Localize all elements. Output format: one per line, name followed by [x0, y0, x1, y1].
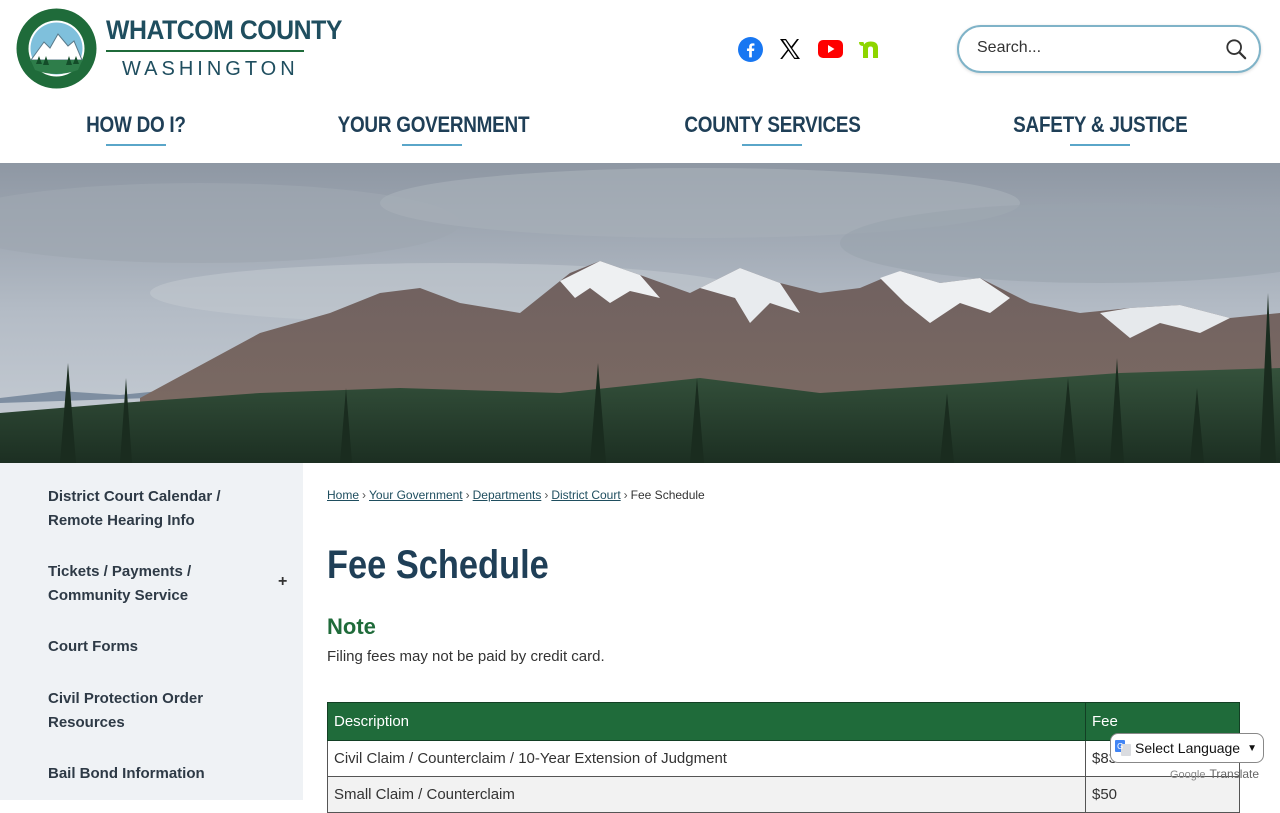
sidebar-expand-toggle[interactable]: + [278, 573, 287, 591]
brand-state: WASHINGTON [122, 58, 299, 80]
nav-county-services[interactable]: COUNTY SERVICES [667, 112, 877, 146]
svg-text:G: G [1117, 742, 1123, 751]
fee-table: Description Fee Civil Claim / Countercla… [327, 702, 1240, 813]
main-content: Home › Your Government › Departments › Distric… [327, 463, 1240, 813]
facebook-icon [737, 36, 763, 62]
mountain-landscape-image [0, 163, 1280, 463]
nav-how-do-i[interactable]: HOW DO I? [60, 112, 212, 146]
breadcrumb: Home › Your Government › Departments › Distric… [327, 488, 705, 502]
fee-description: Small Claim / Counterclaim [327, 776, 1086, 813]
table-row: Civil Claim / Counterclaim / 10-Year Ext… [327, 740, 1240, 777]
google-translate-icon: G [1115, 740, 1131, 756]
site-header: WHATCOM COUNTY WASHINGTON Search... HOW … [0, 0, 1280, 163]
county-seal-icon [16, 8, 97, 89]
breadcrumb-district-court[interactable]: District Court [551, 488, 620, 502]
main-navigation: HOW DO I? YOUR GOVERNMENT COUNTY SERVICE… [0, 112, 1280, 152]
google-logo: Google [1170, 769, 1206, 781]
nav-underline [1070, 144, 1130, 146]
nextdoor-link[interactable] [857, 36, 883, 62]
breadcrumb-separator: › [623, 488, 628, 502]
breadcrumb-current: Fee Schedule [630, 488, 705, 502]
sidebar-item-court-calendar[interactable]: District Court Calendar / Remote Hearing… [48, 485, 268, 533]
translate-widget: G Select Language ▼ Google Translate [1110, 733, 1265, 781]
site-search[interactable] [957, 25, 1261, 73]
sidebar-item-bail-bond[interactable]: Bail Bond Information [48, 762, 268, 786]
search-input[interactable] [977, 39, 1217, 57]
sidebar-item-tickets-payments[interactable]: Tickets / Payments / Community Service [48, 560, 268, 608]
brand-name: WHATCOM COUNTY [106, 15, 342, 45]
youtube-link[interactable] [817, 36, 843, 62]
breadcrumb-separator: › [544, 488, 549, 502]
breadcrumb-home[interactable]: Home [327, 488, 359, 502]
hero-banner-image [0, 163, 1280, 463]
chevron-down-icon: ▼ [1247, 742, 1257, 754]
powered-by-google[interactable]: Google Translate [1170, 767, 1259, 781]
note-heading: Note [327, 614, 376, 639]
translate-word: Translate [1209, 767, 1260, 781]
nav-underline [742, 144, 802, 146]
youtube-icon [817, 40, 843, 58]
page-title: Fee Schedule [327, 543, 549, 587]
language-select[interactable]: G Select Language ▼ [1110, 733, 1264, 763]
nav-label: HOW DO I? [86, 112, 186, 137]
search-icon[interactable] [1225, 38, 1247, 60]
breadcrumb-separator: › [362, 488, 367, 502]
nav-label: COUNTY SERVICES [683, 112, 861, 137]
sidebar-item-court-forms[interactable]: Court Forms [48, 635, 268, 659]
nav-underline [106, 144, 166, 146]
note-text: Filing fees may not be paid by credit ca… [327, 648, 605, 665]
nav-underline [402, 144, 462, 146]
fee-amount: $50 [1085, 776, 1240, 813]
sidebar-item-protection-order[interactable]: Civil Protection Order Resources [48, 687, 268, 735]
sidebar-nav: District Court Calendar / Remote Hearing… [0, 463, 303, 800]
x-link[interactable] [777, 36, 803, 62]
nav-label: SAFETY & JUSTICE [1012, 112, 1188, 137]
site-brand[interactable]: WHATCOM COUNTY WASHINGTON [106, 12, 342, 82]
county-seal-logo[interactable] [16, 8, 97, 89]
column-header-description: Description [327, 702, 1086, 741]
brand-divider [106, 50, 304, 52]
table-header-row: Description Fee [327, 702, 1240, 741]
facebook-link[interactable] [737, 36, 763, 62]
breadcrumb-departments[interactable]: Departments [473, 488, 542, 502]
nav-your-government[interactable]: YOUR GOVERNMENT [322, 112, 542, 146]
fee-description: Civil Claim / Counterclaim / 10-Year Ext… [327, 740, 1086, 777]
nextdoor-icon [859, 41, 878, 58]
nav-label: YOUR GOVERNMENT [337, 112, 530, 137]
nav-safety-justice[interactable]: SAFETY & JUSTICE [995, 112, 1205, 146]
language-select-label: Select Language [1135, 740, 1241, 756]
x-icon [780, 39, 800, 59]
breadcrumb-separator: › [465, 488, 470, 502]
table-row: Small Claim / Counterclaim $50 [327, 776, 1240, 813]
breadcrumb-your-government[interactable]: Your Government [369, 488, 463, 502]
